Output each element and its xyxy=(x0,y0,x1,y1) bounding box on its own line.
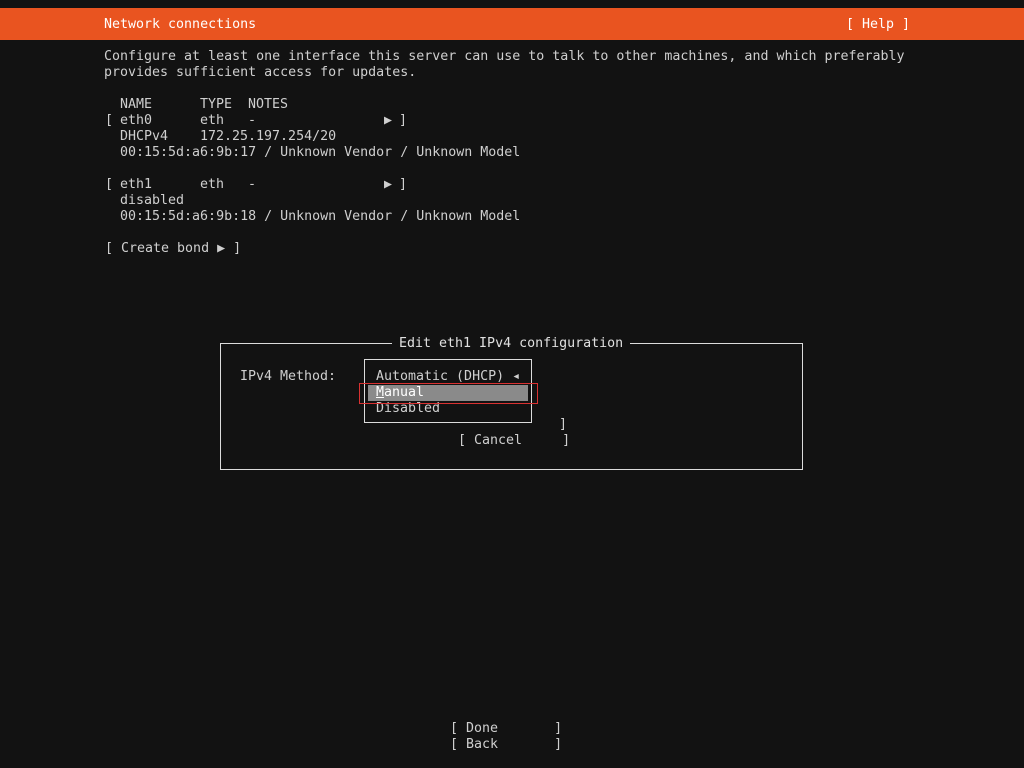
save-button-bracket[interactable]: ] xyxy=(559,417,567,433)
row-open-bracket: [ xyxy=(105,177,114,192)
interface-status: disabled xyxy=(120,193,185,208)
interface-notes: - xyxy=(248,113,257,128)
expand-arrow-icon[interactable]: ▶ xyxy=(384,113,392,129)
interface-name: eth1 xyxy=(120,177,153,192)
create-bond-button[interactable]: [ Create bond ▶ ] xyxy=(105,241,241,257)
interface-hw-info: 00:15:5d:a6:9b:18 / Unknown Vendor / Unk… xyxy=(120,209,521,224)
column-header-name: NAME xyxy=(120,97,153,112)
interface-status: DHCPv4 xyxy=(120,129,169,144)
expand-arrow-icon[interactable]: ▶ xyxy=(384,177,392,193)
interface-type: eth xyxy=(200,113,225,128)
header-bar: Network connections [ Help ] xyxy=(0,8,1024,40)
interface-address: 172.25.197.254/20 xyxy=(200,129,337,144)
interface-name: eth0 xyxy=(120,113,153,128)
intro-text-line1: Configure at least one interface this se… xyxy=(104,49,905,64)
intro-text-line2: provides sufficient access for updates. xyxy=(104,65,417,80)
ipv4-method-label: IPv4 Method: xyxy=(240,369,337,384)
cancel-button[interactable]: [ Cancel ] xyxy=(458,433,570,449)
dialog-title: Edit eth1 IPv4 configuration xyxy=(392,336,631,352)
column-header-type: TYPE xyxy=(200,97,233,112)
row-close-bracket: ] xyxy=(399,113,408,128)
row-open-bracket: [ xyxy=(105,113,114,128)
page-title: Network connections xyxy=(104,17,257,32)
interface-notes: - xyxy=(248,177,257,192)
row-close-bracket: ] xyxy=(399,177,408,192)
interface-type: eth xyxy=(200,177,225,192)
back-button[interactable]: [ Back ] xyxy=(450,737,562,753)
column-header-notes: NOTES xyxy=(248,97,289,112)
selection-highlight-box xyxy=(359,383,538,404)
interface-hw-info: 00:15:5d:a6:9b:17 / Unknown Vendor / Unk… xyxy=(120,145,521,160)
done-button[interactable]: [ Done ] xyxy=(450,721,562,737)
help-button[interactable]: [ Help ] xyxy=(846,17,910,33)
